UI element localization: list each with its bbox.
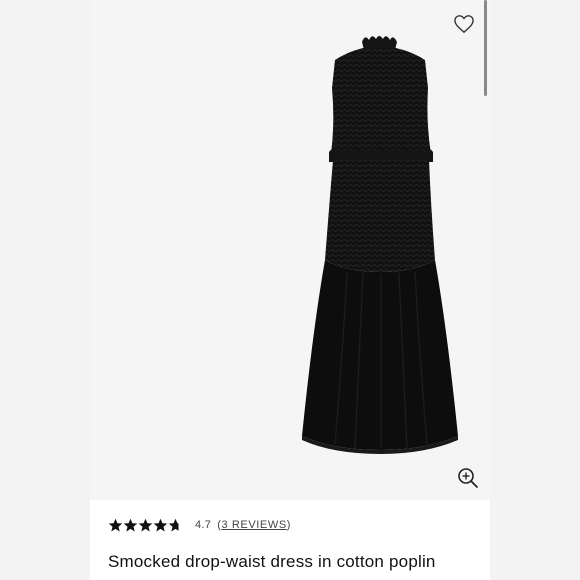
zoom-button[interactable] <box>455 465 481 491</box>
dress-image <box>302 36 458 454</box>
product-title: Smocked drop-waist dress in cotton popli… <box>108 552 436 571</box>
product-page: 4.7 (3 REVIEWS) Smocked drop-waist dress… <box>0 0 580 580</box>
star-icon <box>123 518 138 531</box>
reviews-close-paren: ) <box>286 519 292 531</box>
star-rating <box>108 518 183 533</box>
reviews-link[interactable]: (3 REVIEWS) <box>217 519 291 531</box>
product-image[interactable] <box>90 0 490 498</box>
product-info-panel: 4.7 (3 REVIEWS) Smocked drop-waist dress… <box>90 500 490 580</box>
star-icon <box>108 518 123 531</box>
rating-row: 4.7 (3 REVIEWS) <box>108 515 291 535</box>
heart-outline-icon <box>454 15 474 34</box>
star-icon <box>138 518 153 531</box>
reviews-count[interactable]: 3 REVIEWS <box>221 519 286 531</box>
favorite-button[interactable] <box>451 12 477 36</box>
star-partial-icon <box>168 518 179 531</box>
zoom-in-icon <box>458 468 478 488</box>
rating-value: 4.7 <box>195 519 212 531</box>
scrollbar[interactable] <box>484 0 488 100</box>
scrollbar-thumb[interactable] <box>484 0 487 96</box>
star-icon <box>153 518 168 531</box>
